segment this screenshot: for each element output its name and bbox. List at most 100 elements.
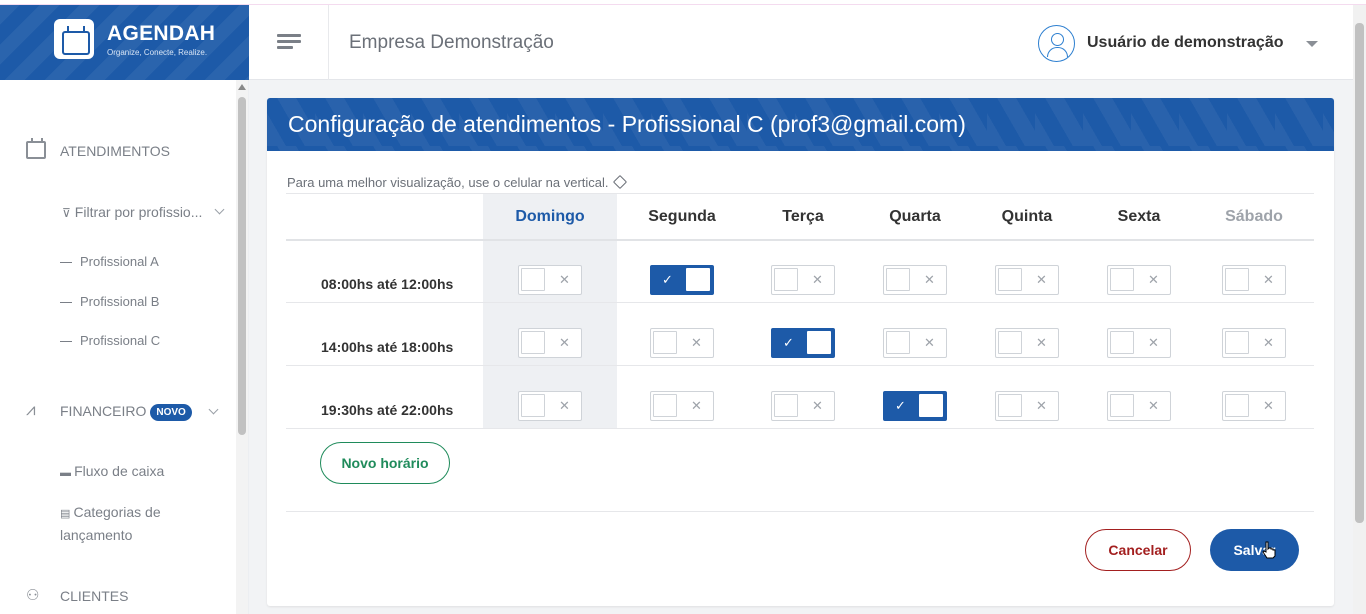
- page-scrollbar[interactable]: [1353, 5, 1366, 614]
- brand-tagline: Organize, Conecte, Realize.: [107, 48, 208, 57]
- availability-toggle[interactable]: ✕: [995, 328, 1059, 358]
- availability-toggle[interactable]: ✕: [518, 391, 582, 421]
- menu-toggle-icon[interactable]: [277, 34, 301, 50]
- toggle-knob: [1225, 394, 1249, 417]
- time-slot-label: 14:00hs até 18:00hs: [321, 339, 454, 355]
- availability-toggle[interactable]: ✕: [995, 265, 1059, 295]
- close-icon: ✕: [691, 335, 702, 350]
- close-icon: ✕: [559, 335, 570, 350]
- dash-icon: [60, 261, 72, 264]
- close-icon: ✕: [559, 272, 570, 287]
- availability-toggle[interactable]: ✓: [883, 391, 947, 421]
- close-icon: ✕: [559, 398, 570, 413]
- close-icon: ✕: [1036, 272, 1047, 287]
- close-icon: ✕: [924, 335, 935, 350]
- header-divider: [328, 5, 329, 80]
- sidebar-item-professional-b[interactable]: Profissional B: [60, 294, 159, 309]
- sidebar-scrollbar[interactable]: [236, 80, 248, 614]
- scroll-up-arrow-icon[interactable]: [238, 84, 246, 90]
- dash-icon: [60, 301, 72, 304]
- sidebar-item-label: CLIENTES: [60, 588, 129, 604]
- availability-toggle[interactable]: ✕: [1107, 265, 1171, 295]
- hand-cursor-icon: [1262, 541, 1276, 559]
- page-scroll-thumb[interactable]: [1355, 23, 1364, 523]
- close-icon: ✕: [1148, 335, 1159, 350]
- availability-toggle[interactable]: ✕: [518, 265, 582, 295]
- save-button[interactable]: Salvar: [1210, 529, 1299, 571]
- toggle-knob: [886, 268, 910, 291]
- availability-toggle[interactable]: ✕: [1222, 328, 1286, 358]
- sidebar-subitem-label: Categorias de: [73, 504, 161, 520]
- sidebar-scroll-thumb[interactable]: [238, 97, 246, 435]
- sidebar-item-professional-a[interactable]: Profissional A: [60, 254, 159, 269]
- user-avatar-icon[interactable]: [1038, 25, 1075, 62]
- availability-toggle[interactable]: ✕: [771, 265, 835, 295]
- document-icon: ▤: [60, 508, 74, 520]
- day-header: Terça: [782, 208, 824, 225]
- cancel-button[interactable]: Cancelar: [1085, 529, 1191, 571]
- toggle-knob: [998, 394, 1022, 417]
- toggle-knob: [1110, 268, 1134, 291]
- availability-toggle[interactable]: ✕: [518, 328, 582, 358]
- sidebar: ATENDIMENTOS ⊽ Filtrar por profissio... P…: [0, 80, 249, 614]
- availability-toggle[interactable]: ✕: [650, 328, 714, 358]
- sidebar-subitem-label-2: lançamento: [60, 527, 133, 543]
- close-icon: ✕: [691, 398, 702, 413]
- toggle-knob: [774, 268, 798, 291]
- row-divider: [286, 365, 1314, 366]
- availability-toggle[interactable]: ✕: [995, 391, 1059, 421]
- availability-toggle[interactable]: ✓: [650, 265, 714, 295]
- divider: [286, 193, 1314, 194]
- close-icon: ✕: [1148, 398, 1159, 413]
- filter-icon: ⊽: [62, 206, 71, 220]
- filter-professional-select[interactable]: ⊽ Filtrar por profissio...: [62, 204, 202, 220]
- rotate-phone-icon: [612, 174, 627, 190]
- new-badge: NOVO: [150, 404, 192, 421]
- day-header: Quinta: [1001, 208, 1053, 225]
- user-name[interactable]: Usuário de demonstração: [1087, 34, 1284, 52]
- sidebar-item-professional-c[interactable]: Profissional C: [60, 333, 160, 348]
- toggle-knob: [919, 394, 943, 417]
- day-header: Segunda: [648, 208, 716, 225]
- brand-logo[interactable]: AGENDAH Organize, Conecte, Realize.: [0, 5, 249, 80]
- toggle-knob: [1110, 394, 1134, 417]
- professional-label: Profissional A: [80, 254, 159, 269]
- chevron-down-icon[interactable]: [208, 404, 219, 415]
- calendar-logo-icon: [54, 19, 94, 59]
- orientation-hint: Para uma melhor visualização, use o celu…: [287, 174, 627, 190]
- sidebar-item-categorias[interactable]: ▤ Categorias de lançamento: [60, 502, 161, 546]
- user-menu-caret-icon[interactable]: [1306, 41, 1318, 47]
- availability-toggle[interactable]: ✕: [1107, 391, 1171, 421]
- top-bar: Empresa Demonstração Usuário de demonstr…: [249, 5, 1353, 80]
- toggle-knob: [807, 331, 831, 354]
- new-slot-button[interactable]: Novo horário: [320, 442, 450, 484]
- toggle-knob: [998, 331, 1022, 354]
- chevron-down-icon[interactable]: [214, 204, 225, 215]
- card-header: Configuração de atendimentos - Profissio…: [267, 98, 1334, 151]
- professional-label: Profissional C: [80, 333, 161, 348]
- toggle-knob: [1225, 331, 1249, 354]
- row-divider: [286, 302, 1314, 303]
- availability-toggle[interactable]: ✕: [1222, 265, 1286, 295]
- availability-toggle[interactable]: ✕: [883, 328, 947, 358]
- day-header: Domingo: [515, 208, 585, 225]
- check-icon: ✓: [783, 335, 794, 350]
- availability-toggle[interactable]: ✕: [1222, 391, 1286, 421]
- close-icon: ✕: [1263, 272, 1274, 287]
- time-slot-label: 19:30hs até 22:00hs: [321, 402, 454, 418]
- close-icon: ✕: [924, 272, 935, 287]
- availability-toggle[interactable]: ✕: [883, 265, 947, 295]
- toggle-knob: [998, 268, 1022, 291]
- schedule-config-card: Configuração de atendimentos - Profissio…: [267, 98, 1334, 606]
- availability-toggle[interactable]: ✕: [1107, 328, 1171, 358]
- toggle-knob: [1225, 268, 1249, 291]
- toggle-knob: [521, 394, 545, 417]
- availability-toggle[interactable]: ✓: [771, 328, 835, 358]
- sidebar-item-label: ATENDIMENTOS: [60, 143, 170, 159]
- availability-toggle[interactable]: ✕: [771, 391, 835, 421]
- close-icon: ✕: [1036, 398, 1047, 413]
- sidebar-item-fluxo-caixa[interactable]: ▬ Fluxo de caixa: [60, 461, 164, 484]
- availability-toggle[interactable]: ✕: [650, 391, 714, 421]
- close-icon: ✕: [812, 398, 823, 413]
- company-name: Empresa Demonstração: [349, 32, 554, 53]
